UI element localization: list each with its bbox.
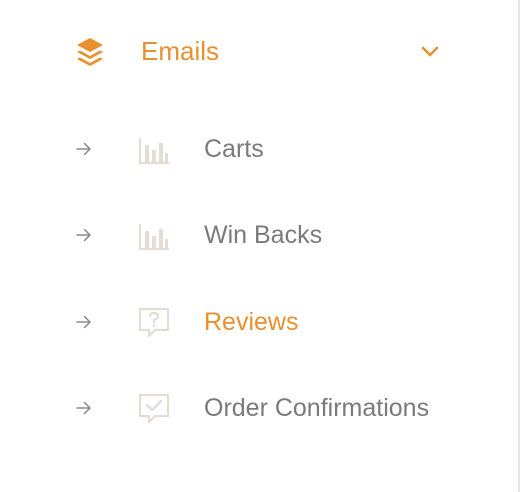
emails-section-label: Emails xyxy=(141,36,220,66)
nav-item-label: Carts xyxy=(204,135,264,163)
nav-item-carts[interactable]: Carts xyxy=(0,120,518,180)
emails-section-header[interactable]: Emails xyxy=(0,22,518,80)
arrow-right-icon xyxy=(76,401,91,415)
nav-item-label: Win Backs xyxy=(204,221,323,249)
nav-item-order-confirmations[interactable]: Order Confirmations xyxy=(0,379,518,439)
nav-item-win-backs[interactable]: Win Backs xyxy=(0,206,518,266)
chevron-down-icon[interactable] xyxy=(419,41,441,63)
question-chat-icon xyxy=(138,307,170,338)
nav-item-label: Order Confirmations xyxy=(204,394,430,422)
arrow-right-icon xyxy=(76,315,91,329)
bar-chart-icon xyxy=(138,224,169,251)
arrow-right-icon xyxy=(76,142,91,156)
bar-chart-icon xyxy=(138,138,169,165)
email-nav-sidebar: Emails Carts Win Backs Reviews Order Con… xyxy=(0,0,520,492)
layers-icon xyxy=(77,38,103,66)
arrow-right-icon xyxy=(76,228,91,242)
check-chat-icon xyxy=(138,393,170,424)
nav-item-reviews[interactable]: Reviews xyxy=(0,293,518,353)
nav-item-label: Reviews xyxy=(204,308,299,336)
